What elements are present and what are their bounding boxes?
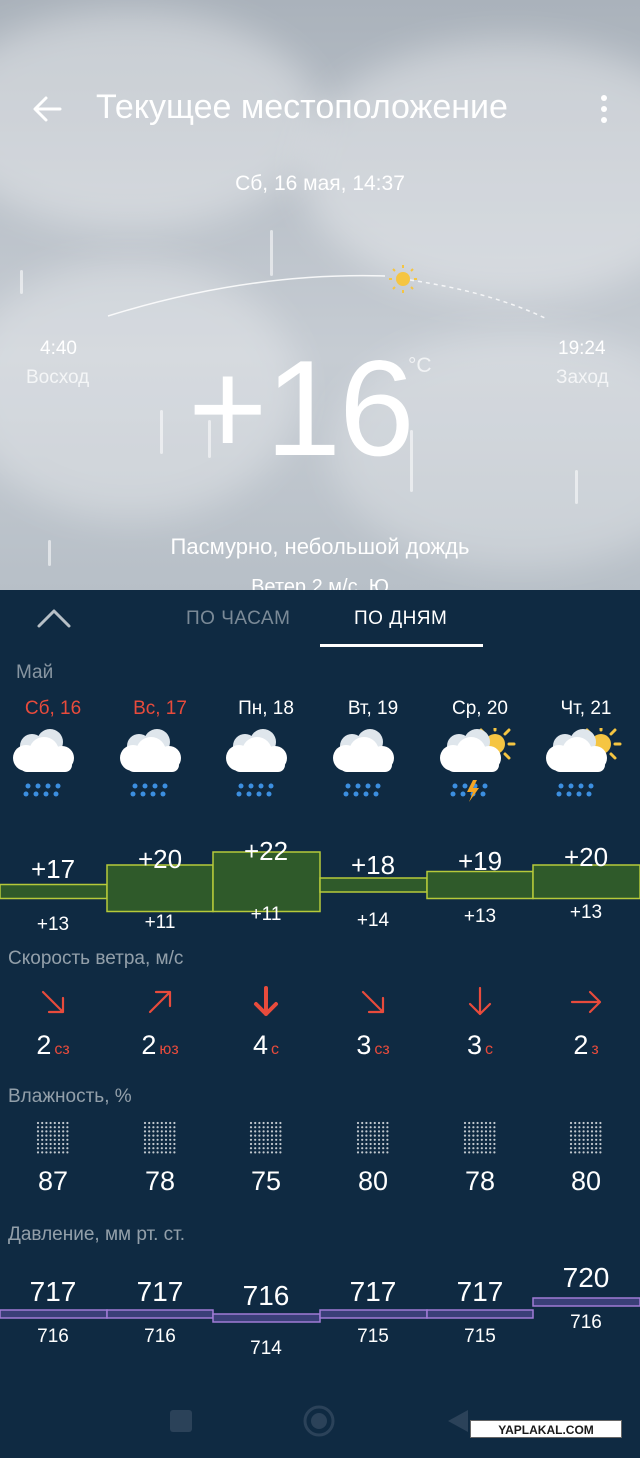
day-name: Вс, 17	[133, 698, 187, 719]
day-column[interactable]: Ср, 20 +19 +13 3с 78 717 715	[427, 590, 534, 1390]
arrow-up-right-icon	[107, 986, 213, 1023]
day-column[interactable]: Вс, 17 +20 +11 2 юз 78 717 716	[107, 590, 214, 1390]
arrow-down-bold-icon	[213, 986, 319, 1023]
pressure-max: 717	[136, 1276, 184, 1307]
humidity-section-label: Влажность, %	[8, 1086, 132, 1107]
wind-value: 2 юз	[107, 1030, 213, 1061]
sun-cloud-rain-icon	[543, 723, 627, 813]
temp-min: +13	[569, 902, 603, 923]
pressure-min: 715	[464, 1326, 496, 1347]
humidity-value: 78	[144, 1166, 176, 1196]
day-name: Вт, 19	[347, 698, 399, 719]
day-column[interactable]: Вт, 19 +18 +14 3 сз 80 717 715	[320, 590, 427, 1390]
sunset-label: Заход	[556, 367, 609, 388]
day-name: Сб, 16	[24, 698, 82, 719]
temp-min: +13	[36, 914, 70, 935]
temp-max: +20	[563, 842, 609, 872]
temp-min: +11	[144, 912, 176, 933]
temp-max: +22	[243, 836, 289, 866]
humidity-icon	[320, 1120, 426, 1156]
day-column[interactable]: Пн, 18 +22 +11 4с 75 716 714	[213, 590, 320, 1390]
temp-max: +17	[30, 854, 76, 884]
temp-min: +13	[463, 906, 497, 927]
wind-speed: 2	[36, 1030, 52, 1060]
wind-direction: с	[271, 1041, 280, 1058]
wind-speed: 3	[356, 1030, 372, 1060]
wind-value: 3 сз	[320, 1030, 426, 1061]
back-arrow-icon[interactable]	[30, 92, 64, 126]
forecast-panel: ПО ЧАСАМ ПО ДНЯМ Май Сб, 16 +17 +13 2 сз …	[0, 590, 640, 1458]
pressure-section-label: Давление, мм рт. ст.	[8, 1224, 186, 1245]
humidity-value: 80	[357, 1166, 389, 1196]
current-temperature: +16	[188, 332, 415, 484]
wind-value: 3с	[427, 1030, 533, 1061]
wind-direction: сз	[374, 1041, 390, 1058]
sunrise-label: Восход	[26, 367, 90, 388]
humidity-icon	[533, 1120, 639, 1156]
sunrise-time: 4:40	[40, 338, 77, 359]
sun-position-icon	[389, 265, 417, 293]
wind-direction: юз	[159, 1041, 179, 1058]
pressure-max: 717	[29, 1276, 77, 1307]
temp-min: +11	[250, 904, 282, 925]
humidity-icon	[107, 1120, 213, 1156]
current-condition: Пасмурно, небольшой дождь	[170, 534, 470, 559]
humidity-value: 78	[464, 1166, 496, 1196]
cloud-rain-icon	[223, 728, 307, 813]
day-name: Ср, 20	[452, 698, 508, 719]
watermark: YAPLAKAL.COM	[470, 1420, 622, 1438]
cloud-rain-icon	[330, 728, 414, 813]
arrow-right-icon	[533, 986, 639, 1023]
humidity-icon	[427, 1120, 533, 1156]
pressure-max: 717	[349, 1276, 397, 1307]
pressure-max: 717	[456, 1276, 504, 1307]
arrow-down-icon	[427, 986, 533, 1023]
sun-cloud-storm-icon	[437, 723, 521, 813]
sun-path-arc	[107, 265, 546, 319]
current-datetime: Сб, 16 мая, 14:37	[235, 172, 405, 195]
temperature-unit: °C	[408, 354, 432, 377]
arrow-down-right-icon	[0, 986, 106, 1023]
page-title: Текущее местоположение	[96, 88, 508, 126]
temp-max: +18	[350, 850, 396, 880]
pressure-min: 714	[250, 1338, 282, 1359]
pressure-max: 720	[562, 1262, 610, 1293]
more-menu-icon[interactable]	[594, 92, 614, 126]
temp-max: +19	[457, 846, 503, 876]
pressure-max: 716	[242, 1280, 290, 1311]
wind-speed: 2	[573, 1030, 589, 1060]
humidity-value: 80	[570, 1166, 602, 1196]
day-name: Пн, 18	[238, 698, 294, 719]
sunset-time: 19:24	[558, 338, 606, 359]
day-column[interactable]: Сб, 16 +17 +13 2 сз 87 717 716	[0, 590, 107, 1390]
temp-min: +14	[356, 910, 390, 931]
humidity-icon	[0, 1120, 106, 1156]
humidity-value: 75	[250, 1166, 282, 1196]
humidity-value: 87	[37, 1166, 69, 1196]
wind-value: 4с	[213, 1030, 319, 1061]
day-name: Чт, 21	[560, 698, 612, 719]
pressure-min: 716	[570, 1312, 602, 1333]
wind-direction: с	[485, 1041, 494, 1058]
cloud-rain-icon	[117, 728, 201, 813]
wind-speed: 3	[466, 1030, 483, 1060]
arrow-down-right-icon	[320, 986, 426, 1023]
wind-direction: з	[591, 1041, 599, 1058]
pressure-min: 715	[357, 1326, 389, 1347]
wind-value: 2 сз	[0, 1030, 106, 1061]
pressure-min: 716	[37, 1326, 69, 1347]
recent-apps-icon[interactable]	[168, 1408, 194, 1434]
humidity-icon	[213, 1120, 319, 1156]
day-column[interactable]: Чт, 21 +20 +13 2з 80 720 716	[533, 590, 640, 1390]
temp-max: +20	[137, 844, 183, 874]
wind-speed: 2	[141, 1030, 157, 1060]
wind-speed: 4	[252, 1030, 269, 1060]
pressure-min: 716	[144, 1326, 176, 1347]
wind-direction: сз	[54, 1041, 70, 1058]
wind-section-label: Скорость ветра, м/с	[8, 948, 184, 969]
cloud-rain-icon	[10, 728, 94, 813]
wind-value: 2з	[533, 1030, 639, 1061]
current-weather-hero: Текущее местоположение Сб, 16 мая, 14:37…	[0, 0, 640, 592]
home-button-icon[interactable]	[302, 1404, 336, 1438]
